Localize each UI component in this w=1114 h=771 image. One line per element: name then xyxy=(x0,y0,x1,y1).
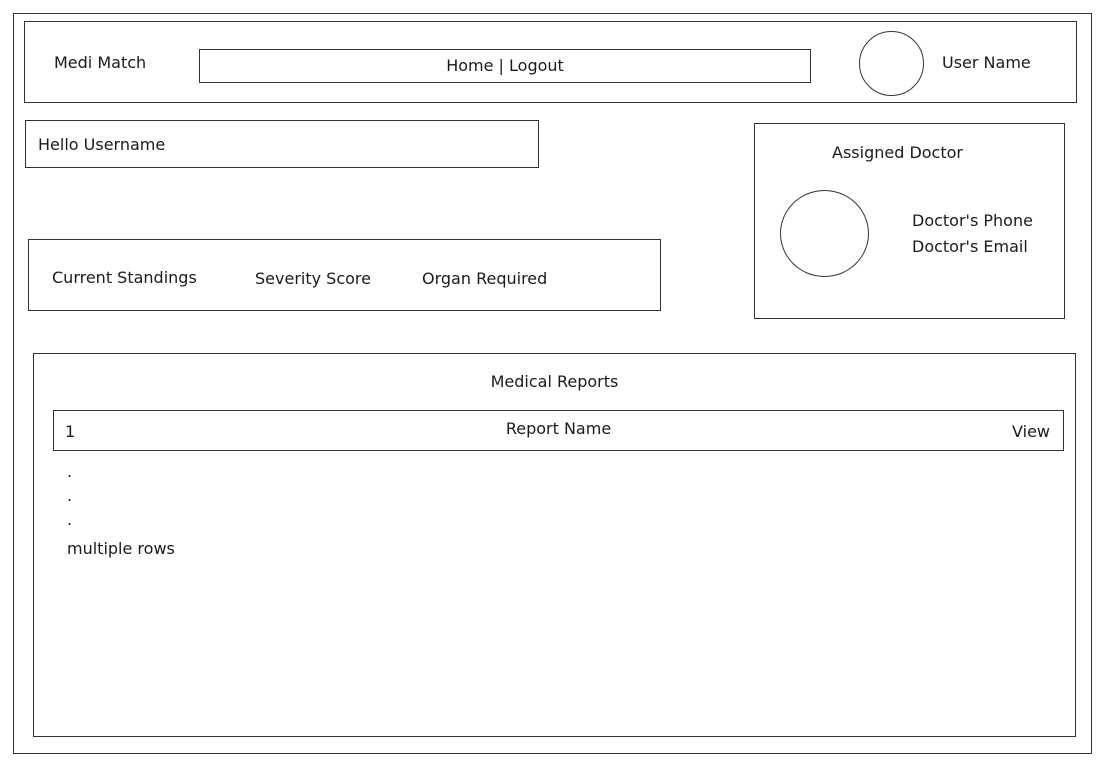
table-row[interactable]: 1 Report Name View xyxy=(53,410,1064,451)
view-report-button[interactable]: View xyxy=(1012,422,1050,442)
doctor-avatar-icon xyxy=(780,190,869,277)
nav-separator: | xyxy=(498,56,504,75)
doctor-email[interactable]: Doctor's Email xyxy=(912,237,1028,257)
current-standings-label: Current Standings xyxy=(52,268,197,287)
assigned-doctor-card: Assigned Doctor Doctor's Phone Doctor's … xyxy=(754,123,1065,319)
logout-link[interactable]: Logout xyxy=(509,56,564,75)
standings-box: Current Standings Severity Score Organ R… xyxy=(28,239,661,311)
medical-reports-panel: Medical Reports 1 Report Name View . . .… xyxy=(33,353,1076,737)
placeholder-dot: . xyxy=(67,486,73,505)
nav-bar: Home | Logout xyxy=(199,49,811,83)
severity-score-label: Severity Score xyxy=(255,269,371,288)
medical-reports-title: Medical Reports xyxy=(490,372,619,391)
report-name: Report Name xyxy=(505,419,612,438)
organ-required-label: Organ Required xyxy=(422,269,548,288)
home-link[interactable]: Home xyxy=(446,56,493,75)
greeting-text: Hello Username xyxy=(38,135,166,154)
placeholder-dot: . xyxy=(67,462,73,481)
assigned-doctor-title: Assigned Doctor xyxy=(832,143,963,162)
user-avatar-icon[interactable] xyxy=(859,31,924,96)
greeting-box: Hello Username xyxy=(25,120,539,168)
doctor-phone[interactable]: Doctor's Phone xyxy=(912,211,1033,231)
app-title: Medi Match xyxy=(54,53,147,72)
user-name[interactable]: User Name xyxy=(942,53,1031,73)
placeholder-dot: . xyxy=(67,510,73,529)
multiple-rows-note: multiple rows xyxy=(67,539,175,558)
